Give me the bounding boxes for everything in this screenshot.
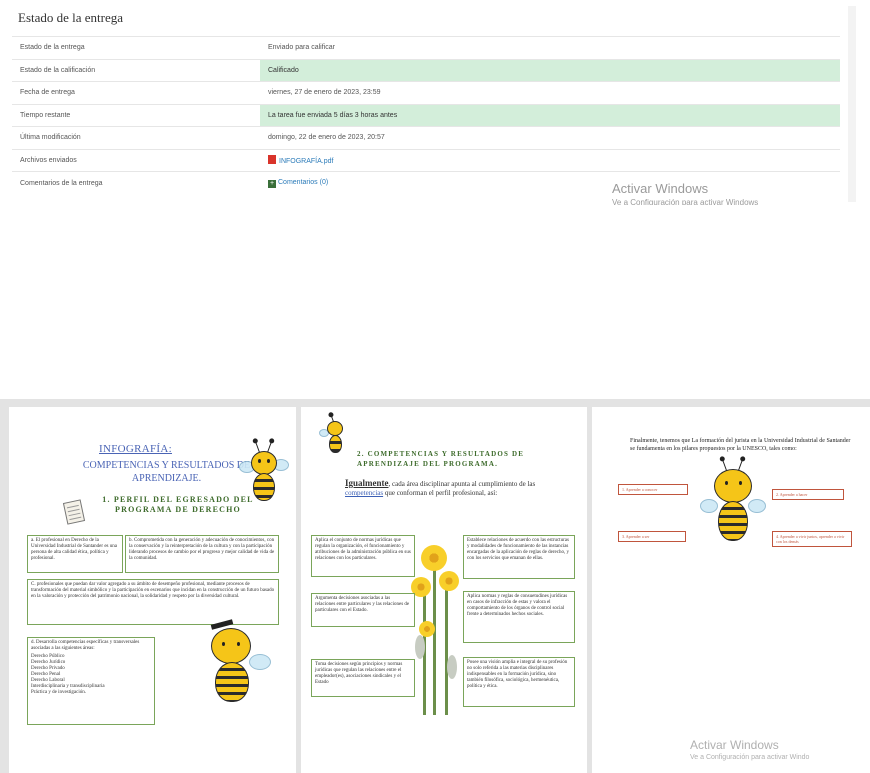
profile-box-a: a. El profesional en Derecho de la Unive… [27,535,123,573]
comments-link[interactable]: Comentarios (0) [278,179,328,186]
section-2-intro: Igualmente, cada área disciplinar apunta… [345,479,545,498]
profile-box-d: d. Desarrolla competencias específicas y… [27,637,155,725]
infographic-title: INFOGRAFÍA: [99,443,172,455]
list-item: Práctica y de investigación. [31,690,86,695]
pillar-box-1: 1. Aprender a conocer [618,484,688,495]
last-modified-value: domingo, 22 de enero de 2023, 20:57 [260,126,840,149]
grading-status-value: Calificado [260,58,840,82]
table-row: Última modificación domingo, 22 de enero… [12,126,840,149]
competencias-link[interactable]: competencias [345,489,383,497]
comments-cell: + Comentarios (0) [260,171,840,194]
pdf-file-icon [268,155,276,165]
row-label: Estado de la entrega [12,36,260,59]
row-label: Comentarios de la entrega [12,171,260,194]
row-label: Última modificación [12,126,260,149]
table-row: Estado de la entrega Enviado para califi… [12,36,840,59]
pillar-box-2: 2. Aprender a hacer [772,489,844,500]
pillars-intro: Finalmente, tenemos que La formación del… [630,438,851,452]
table-row: Archivos enviados INFOGRAFÍA.pdf [12,148,840,172]
competency-box-2: Establece relaciones de acuerdo con las … [463,535,575,579]
row-label: Estado de la calificación [12,58,260,82]
competency-box-6: Posee una visión amplia e integral de su… [463,657,575,707]
competency-box-4: Aplica normas y reglas de consuetudines … [463,591,575,643]
competency-box-1: Aplica el conjunto de normas jurídicas q… [311,535,415,577]
areas-intro: d. Desarrolla competencias específicas y… [31,640,140,651]
intro-text: que conforman el perfil profesional, así… [383,489,498,497]
section-2-title: 2. COMPETENCIAS Y RESULTADOS DE APRENDIZ… [357,450,525,468]
activation-watermark-subtitle: Ve a Configuración para activar Windo [690,754,810,761]
table-row: Comentarios de la entrega + Comentarios (… [12,171,840,194]
row-label: Archivos enviados [12,148,260,172]
intro-text: , cada área disciplinar apunta al cumpli… [388,480,536,488]
submission-status-panel: Estado de la entrega Estado de la entreg… [0,0,848,205]
infographic-page-3: Finalmente, tenemos que La formación del… [592,407,870,773]
submission-status-title: Estado de la entrega [18,10,124,25]
competency-box-3: Argumenta decisiones asociadas a las rel… [311,593,415,627]
bee-icon [319,415,351,457]
pillar-box-4: 4. Aprender a vivir juntos, aprender a v… [772,531,852,547]
document-viewer: INFOGRAFÍA: COMPETENCIAS Y RESULTADOS DE… [0,399,870,773]
row-label: Tiempo restante [12,103,260,127]
intro-lead-word: Igualmente [345,478,389,488]
activation-watermark-subtitle: Ve a Configuración para activar Windows [612,198,759,205]
submitted-files-cell: INFOGRAFÍA.pdf [260,148,840,172]
competency-box-5: Toma decisiones según principios y norma… [311,659,415,697]
sunflower-illustration [411,525,461,715]
activation-watermark-title: Activar Windows [690,738,779,752]
table-row: Tiempo restante La tarea fue enviada 5 d… [12,103,840,127]
time-remaining-value: La tarea fue enviada 5 días 3 horas ante… [260,103,840,127]
bee-waving-icon [698,457,768,557]
table-row: Estado de la calificación Calificado [12,58,840,82]
activation-watermark-title: Activar Windows [612,181,709,196]
pillar-box-3: 3. Aprender a ser [618,531,686,542]
infographic-page-1: INFOGRAFÍA: COMPETENCIAS Y RESULTADOS DE… [9,407,296,773]
plus-expand-icon[interactable]: + [268,179,276,188]
due-date-value: viernes, 27 de enero de 2023, 23:59 [260,81,840,104]
scrollbar-track[interactable] [848,6,856,202]
table-row: Fecha de entrega viernes, 27 de enero de… [12,81,840,104]
row-label: Fecha de entrega [12,81,260,104]
bee-graduate-icon [197,612,277,708]
infographic-page-2: 2. COMPETENCIAS Y RESULTADOS DE APRENDIZ… [301,407,587,773]
bee-teacher-icon [237,439,291,509]
submitted-file-link[interactable]: INFOGRAFÍA.pdf [279,158,333,165]
submission-status-table: Estado de la entrega Enviado para califi… [12,36,840,194]
row-value: Enviado para calificar [260,36,840,59]
profile-box-b: b. Comprometida con la generación y adec… [125,535,279,573]
